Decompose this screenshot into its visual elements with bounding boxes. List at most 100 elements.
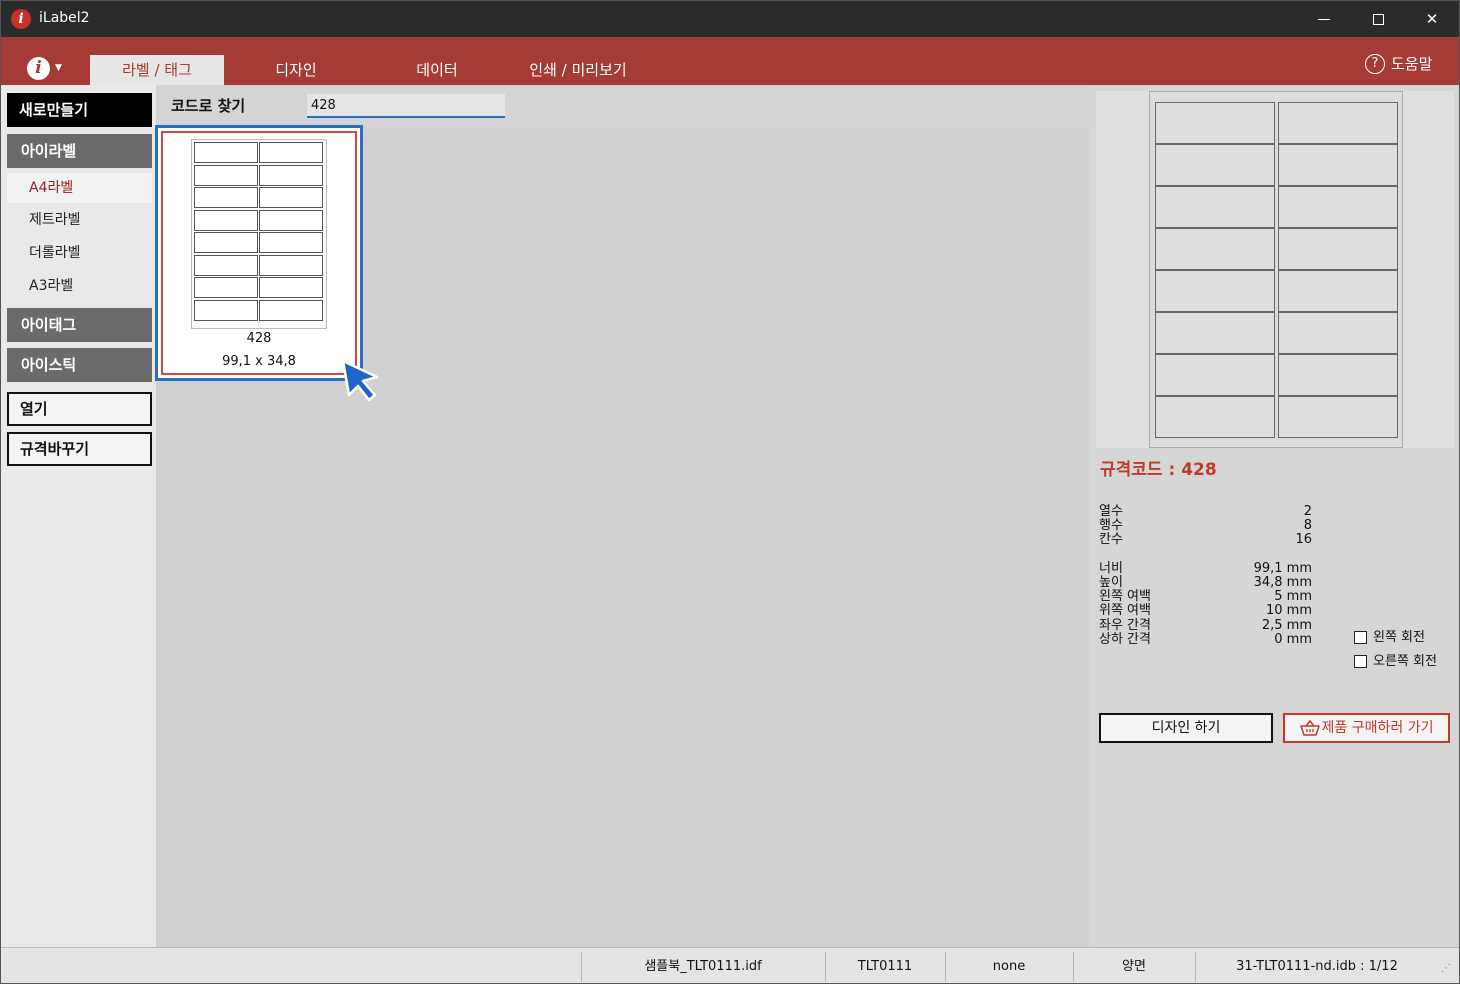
sheet-preview	[1149, 91, 1403, 448]
label-sheet-thumbnail	[191, 139, 327, 329]
thumbnail-label-cell	[259, 232, 323, 253]
thumbnail-label-cell	[194, 277, 258, 298]
thumbnail-label-cell	[259, 299, 323, 321]
thumbnail-label-cell	[194, 209, 258, 231]
status-code: TLT0111	[857, 959, 913, 974]
preview-label-cell	[1278, 354, 1398, 396]
spec-value-columns: 2	[1303, 504, 1312, 519]
thumbnail-label-cell	[194, 187, 258, 208]
sidebar-group-isticker[interactable]: 아이스틱	[7, 348, 152, 382]
spec-value-width: 99,1 mm	[1253, 561, 1312, 576]
thumbnail-label-cell	[259, 187, 323, 208]
spec-value-left-margin: 5 mm	[1274, 589, 1312, 604]
thumbnail-label-cell	[259, 142, 323, 163]
maximize-button[interactable]	[1351, 1, 1405, 37]
status-db: 31-TLT0111-nd.idb : 1/12	[1236, 959, 1398, 974]
status-bar: 샘플북_TLT0111.idf TLT0111 none 양면 31-TLT01…	[1, 947, 1459, 983]
preview-label-cell	[1278, 186, 1398, 228]
preview-label-cell	[1155, 396, 1275, 438]
rotate-right-checkbox[interactable]: 오른쪽 회전	[1354, 654, 1437, 670]
thumbnail-label-cell	[194, 232, 258, 253]
ribbon: i ▼ 라벨 / 태그 디자인 데이터 인쇄 / 미리보기 ? 도움말	[1, 37, 1459, 85]
preview-label-cell	[1155, 144, 1275, 186]
thumbnail-label-cell	[259, 254, 323, 276]
spec-label-columns: 열수	[1099, 504, 1123, 519]
caret-down-icon: ▼	[55, 63, 62, 73]
code-search-input[interactable]	[307, 94, 505, 118]
info-icon: i	[27, 57, 50, 80]
preview-label-cell	[1278, 312, 1398, 354]
thumbnail-label-cell	[194, 142, 258, 163]
preview-label-cell	[1278, 144, 1398, 186]
spec-value-top-margin: 10 mm	[1265, 603, 1312, 618]
checkbox-icon	[1354, 655, 1367, 668]
thumbnail-label-cell	[194, 254, 258, 276]
status-file: 샘플북_TLT0111.idf	[644, 959, 762, 974]
app-window: i iLabel2 ✕ i ▼ 라벨 / 태그 디자인 데이터 인쇄 / 미리보…	[0, 0, 1460, 984]
minimize-icon	[1318, 19, 1330, 20]
basket-icon	[1299, 720, 1320, 736]
thumbnail-label-cell	[194, 164, 258, 186]
label-template-card[interactable]: 428 99,1 x 34,8	[155, 125, 363, 381]
preview-label-cell	[1155, 312, 1275, 354]
spec-value-rows: 8	[1303, 518, 1312, 533]
design-button[interactable]: 디자인 하기	[1099, 713, 1273, 743]
sidebar-group-itag[interactable]: 아이태그	[7, 308, 152, 342]
preview-label-cell	[1155, 186, 1275, 228]
preview-label-cell	[1155, 354, 1275, 396]
close-button[interactable]: ✕	[1405, 1, 1459, 37]
spec-label-v-gap: 상하 간격	[1099, 632, 1151, 647]
thumbnail-label-cell	[259, 164, 323, 186]
spec-value-h-gap: 2,5 mm	[1261, 618, 1312, 633]
preview-label-cell	[1155, 102, 1275, 144]
spec-label-width: 너비	[1099, 561, 1123, 576]
preview-label-cell	[1278, 396, 1398, 438]
card-code-text: 428	[246, 331, 272, 346]
spec-value-v-gap: 0 mm	[1274, 632, 1312, 647]
resize-grip-icon[interactable]: ⋰	[1441, 963, 1451, 974]
spec-label-top-margin: 위쪽 여백	[1099, 603, 1151, 618]
spec-value-height: 34,8 mm	[1253, 575, 1312, 590]
spec-label-height: 높이	[1099, 575, 1123, 590]
sidebar-group-ilabel[interactable]: 아이라벨	[7, 134, 152, 168]
spec-code-title: 규격코드 : 428	[1100, 460, 1217, 480]
sidebar-item-theroll-label[interactable]: 더롤라벨	[7, 238, 152, 268]
spec-label-rows: 행수	[1099, 518, 1123, 533]
status-side: 양면	[1122, 959, 1146, 974]
help-button[interactable]: ? 도움말	[1365, 53, 1432, 77]
preview-label-cell	[1155, 228, 1275, 270]
tab-design[interactable]: 디자인	[231, 55, 361, 85]
spec-label-h-gap: 좌우 간격	[1099, 618, 1151, 633]
question-icon: ?	[1365, 53, 1385, 74]
change-spec-button[interactable]: 규격바꾸기	[7, 432, 152, 466]
minimize-button[interactable]	[1297, 1, 1351, 37]
preview-label-cell	[1278, 270, 1398, 312]
tab-print-preview[interactable]: 인쇄 / 미리보기	[513, 55, 643, 85]
checkbox-icon	[1354, 631, 1367, 644]
sidebar-item-a3-label[interactable]: A3라벨	[7, 271, 152, 301]
new-button[interactable]: 새로만들기	[7, 93, 152, 127]
sidebar-item-zet-label[interactable]: 제트라벨	[7, 205, 152, 235]
tab-label-tag[interactable]: 라벨 / 태그	[90, 55, 224, 85]
thumbnail-label-cell	[194, 299, 258, 321]
spec-label-left-margin: 왼쪽 여백	[1099, 589, 1151, 604]
rotate-right-label: 오른쪽 회전	[1373, 654, 1437, 669]
label-card-selection: 428 99,1 x 34,8	[161, 131, 357, 375]
rotate-left-checkbox[interactable]: 왼쪽 회전	[1354, 630, 1425, 646]
search-label: 코드로 찾기	[171, 97, 246, 115]
spec-value-cells: 16	[1295, 532, 1312, 547]
window-title: iLabel2	[39, 10, 90, 26]
open-button[interactable]: 열기	[7, 392, 152, 426]
preview-label-cell	[1278, 102, 1398, 144]
buy-product-button[interactable]: 제품 구매하러 가기	[1283, 713, 1450, 743]
thumbnail-label-cell	[259, 209, 323, 231]
preview-label-cell	[1278, 228, 1398, 270]
tab-data[interactable]: 데이터	[373, 55, 501, 85]
preview-label-cell	[1155, 270, 1275, 312]
app-menu-button[interactable]: i ▼	[25, 57, 65, 81]
maximize-icon	[1372, 14, 1384, 25]
close-icon: ✕	[1425, 10, 1439, 28]
sidebar-item-a4-label[interactable]: A4라벨	[7, 173, 152, 203]
spec-label-cells: 칸수	[1099, 532, 1123, 547]
pointer-cursor-icon	[341, 359, 379, 402]
